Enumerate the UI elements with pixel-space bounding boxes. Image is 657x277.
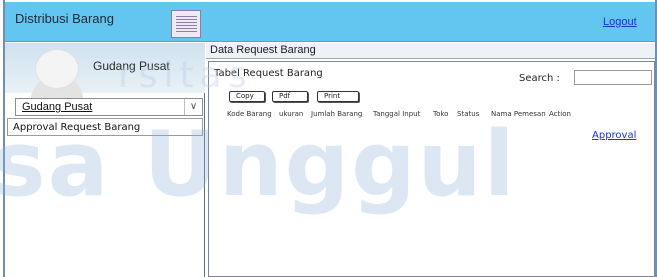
table-panel: Tabel Request Barang Search : Copy Pdf P… — [208, 61, 655, 277]
logout-link[interactable]: Logout — [603, 16, 637, 28]
main-content: Data Request Barang Tabel Request Barang… — [206, 43, 655, 277]
pdf-button[interactable]: Pdf — [272, 91, 308, 102]
app-title: Distribusi Barang — [15, 11, 114, 26]
section-title: Data Request Barang — [206, 43, 655, 59]
chevron-down-icon[interactable]: ∨ — [184, 99, 202, 115]
approval-link[interactable]: Approval — [592, 130, 636, 141]
column-header-action[interactable]: Action — [549, 110, 571, 118]
column-header-jumlah-barang[interactable]: Jumlah Barang — [311, 110, 362, 118]
print-button[interactable]: Print — [317, 91, 359, 102]
search-input[interactable] — [574, 70, 652, 85]
copy-button[interactable]: Copy — [229, 91, 265, 102]
sidebar: Gudang Pusat Gudang Pusat ∨ Approval Req… — [5, 43, 205, 277]
search-label: Search : — [519, 73, 560, 84]
column-header-ukuran[interactable]: ukuran — [279, 110, 303, 118]
role-select-value: Gudang Pusat — [22, 101, 93, 113]
table-title: Tabel Request Barang — [214, 68, 323, 79]
column-header-toko[interactable]: Toko — [433, 110, 448, 118]
column-header-nama-pemesan[interactable]: Nama Pemesan — [491, 110, 546, 118]
column-header-tanggal-input[interactable]: Tanggal Input — [373, 110, 420, 118]
role-select[interactable]: Gudang Pusat ∨ — [15, 98, 203, 116]
sidebar-item-approval-request[interactable]: Approval Request Barang — [7, 118, 203, 136]
app-window: Distribusi Barang Logout Gudang Pusat Gu… — [3, 0, 657, 277]
hamburger-icon[interactable] — [171, 10, 201, 38]
column-header-kode-barang[interactable]: Kode Barang — [227, 110, 272, 118]
column-header-status[interactable]: Status — [457, 110, 479, 118]
avatar-head — [35, 49, 79, 89]
profile-block: Gudang Pusat — [5, 43, 205, 99]
header-bar: Distribusi Barang Logout — [5, 2, 655, 42]
profile-name: Gudang Pusat — [93, 59, 170, 73]
